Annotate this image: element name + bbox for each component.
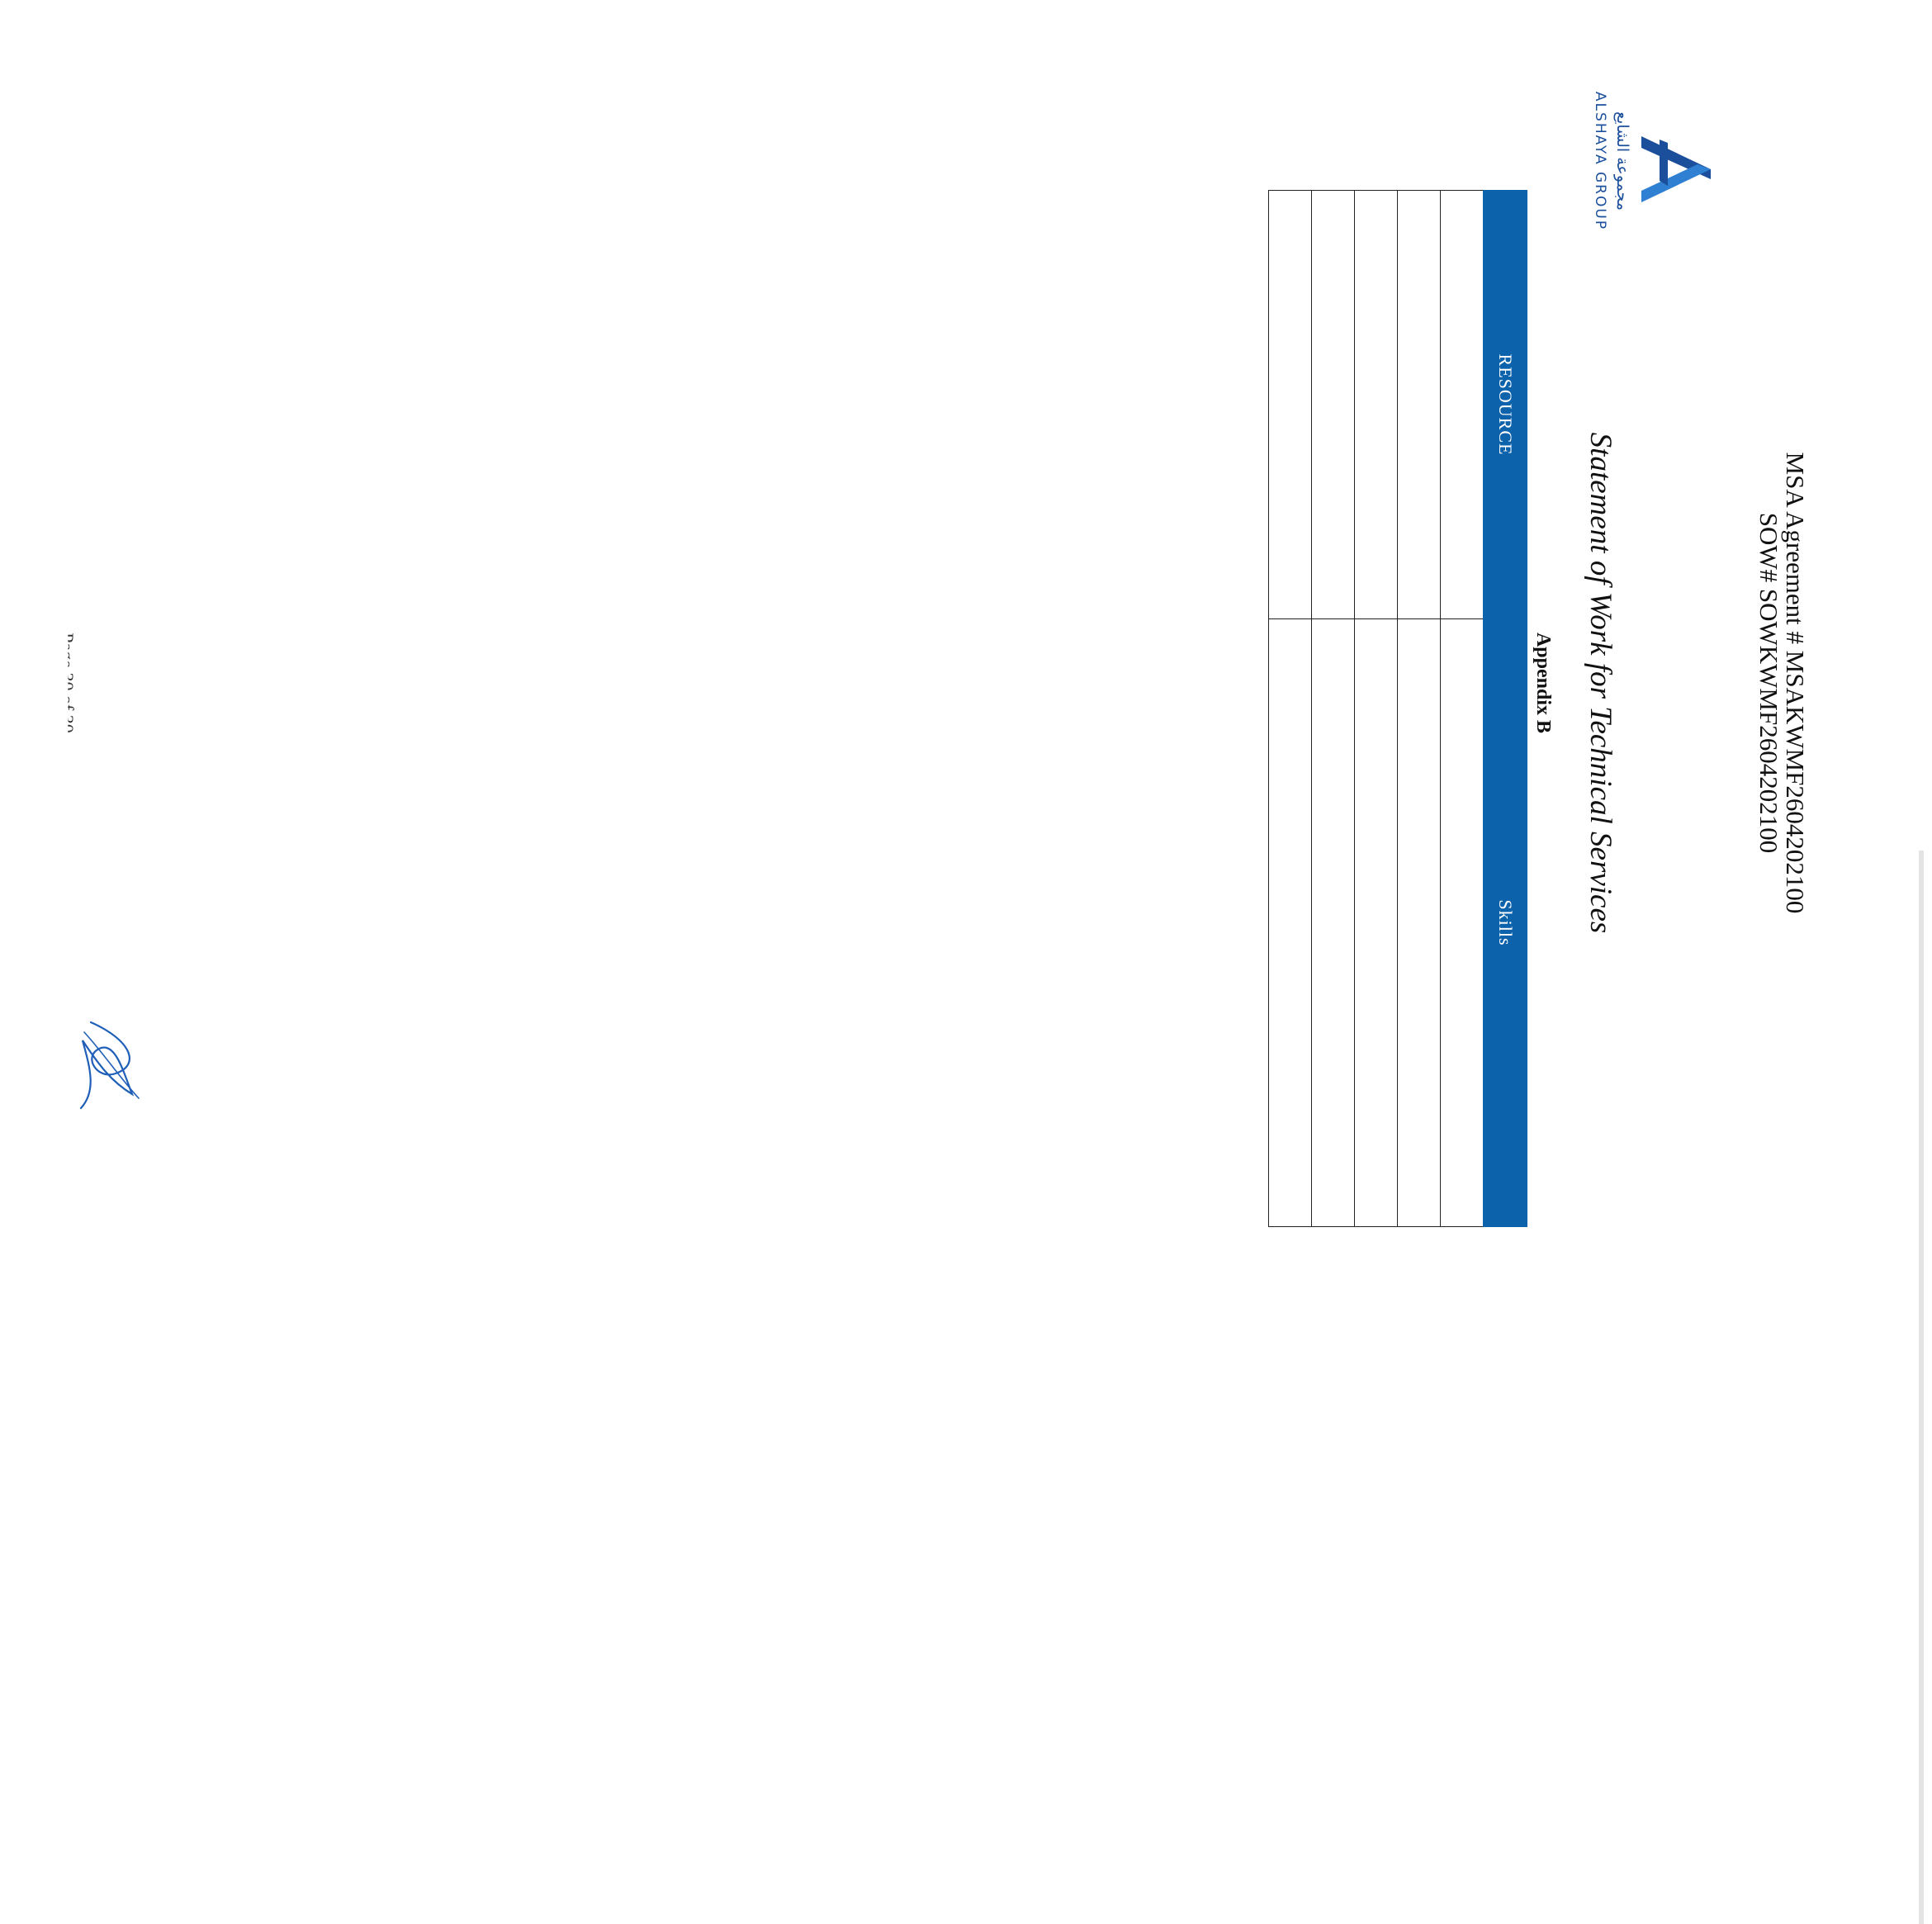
table-row bbox=[1354, 190, 1398, 1227]
document-title: Statement of Work for Technical Services bbox=[1584, 432, 1617, 934]
table-cell-resource bbox=[1268, 190, 1312, 619]
table-cell-skills bbox=[1311, 618, 1355, 1227]
table-header-row: RESOURCE Skills bbox=[1483, 190, 1527, 1227]
table-row bbox=[1268, 190, 1312, 1227]
table-row bbox=[1440, 190, 1484, 1227]
signature-mark-icon bbox=[79, 1021, 140, 1110]
table-cell-resource bbox=[1354, 190, 1398, 619]
table-cell-resource bbox=[1311, 190, 1355, 619]
table-cell-skills bbox=[1397, 618, 1441, 1227]
table-row bbox=[1311, 190, 1355, 1227]
resource-skills-table: RESOURCE Skills bbox=[1268, 190, 1527, 1227]
scan-edge-shadow bbox=[1919, 851, 1924, 1924]
page-number: Page 30 of 30 bbox=[57, 633, 78, 733]
alshaya-logo-mark-icon bbox=[1641, 136, 1711, 202]
table-cell-skills bbox=[1354, 618, 1398, 1227]
table-row bbox=[1397, 190, 1441, 1227]
table-cell-skills bbox=[1268, 618, 1312, 1227]
appendix-heading: Appendix B bbox=[1532, 632, 1554, 734]
document-page: مجموعة الشايع ALSHAYA GROUP MSA Agreemen… bbox=[0, 0, 1932, 1366]
column-header-resource: RESOURCE bbox=[1483, 190, 1527, 619]
table-cell-resource bbox=[1397, 190, 1441, 619]
column-header-skills: Skills bbox=[1483, 618, 1527, 1227]
table-cell-resource bbox=[1440, 190, 1484, 619]
alshaya-logo: مجموعة الشايع ALSHAYA GROUP bbox=[1527, 78, 1717, 244]
msa-agreement-number: MSA Agreement # MSAKWMF2604202100 bbox=[1781, 452, 1810, 914]
table-cell-skills bbox=[1440, 618, 1484, 1227]
sow-number: SOW# SOWKWMF2604202100 bbox=[1754, 512, 1783, 854]
